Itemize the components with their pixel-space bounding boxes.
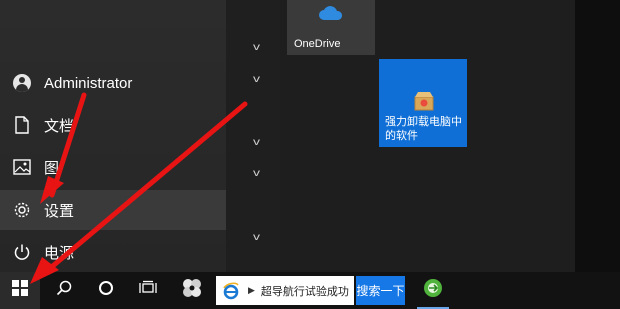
cortana-icon — [98, 280, 114, 301]
chevron-down-icon[interactable]: v — [253, 168, 260, 179]
gear-icon — [12, 200, 32, 220]
chevron-down-icon[interactable]: v — [253, 137, 260, 148]
onedrive-cloud-icon — [317, 4, 345, 25]
settings-button[interactable]: 设置 — [0, 190, 226, 230]
desktop-edge — [575, 0, 620, 272]
start-button[interactable] — [0, 272, 40, 309]
document-icon — [12, 115, 32, 135]
search-go-button[interactable]: 搜索一下 — [356, 276, 405, 305]
chevron-down-icon[interactable]: v — [253, 232, 260, 243]
uninstall-package-icon — [413, 89, 435, 114]
browser-icon — [422, 277, 444, 304]
onedrive-label: OneDrive — [294, 38, 341, 50]
task-view-icon — [139, 280, 157, 301]
uninstall-label: 强力卸载电脑中的软件 — [385, 116, 462, 142]
uninstall-tile[interactable]: 强力卸载电脑中的软件 — [379, 59, 467, 147]
taskbar-search-button[interactable] — [46, 272, 82, 309]
user-account-button[interactable]: Administrator — [0, 63, 226, 103]
user-name-label: Administrator — [44, 74, 133, 92]
onedrive-tile[interactable]: OneDrive — [287, 0, 375, 55]
search-arrow-icon: ▶ — [248, 285, 255, 295]
settings-label: 设置 — [44, 202, 75, 220]
task-view-button[interactable] — [130, 272, 166, 309]
power-icon — [12, 242, 32, 262]
ie-icon — [222, 282, 240, 300]
picture-icon — [12, 157, 32, 177]
chevron-down-icon[interactable]: v — [253, 42, 260, 53]
power-button[interactable]: 电源 — [0, 232, 226, 272]
taskbar-browser-button[interactable] — [413, 272, 453, 309]
app-icon — [181, 277, 203, 304]
documents-button[interactable]: 文档 — [0, 105, 226, 145]
search-query-text: 超导航行试验成功 — [260, 285, 349, 298]
search-icon — [56, 280, 72, 301]
user-avatar-icon — [12, 73, 32, 93]
documents-label: 文档 — [44, 117, 75, 135]
chevron-down-icon[interactable]: v — [253, 74, 260, 85]
pictures-label: 图 — [44, 159, 60, 177]
pictures-button[interactable]: 图 — [0, 147, 226, 187]
windows-start-icon — [12, 280, 28, 301]
taskbar-search-input[interactable]: ▶ 超导航行试验成功 — [216, 276, 354, 305]
power-label: 电源 — [44, 244, 75, 262]
cortana-button[interactable] — [88, 272, 124, 309]
taskbar-app-button[interactable] — [172, 272, 212, 309]
